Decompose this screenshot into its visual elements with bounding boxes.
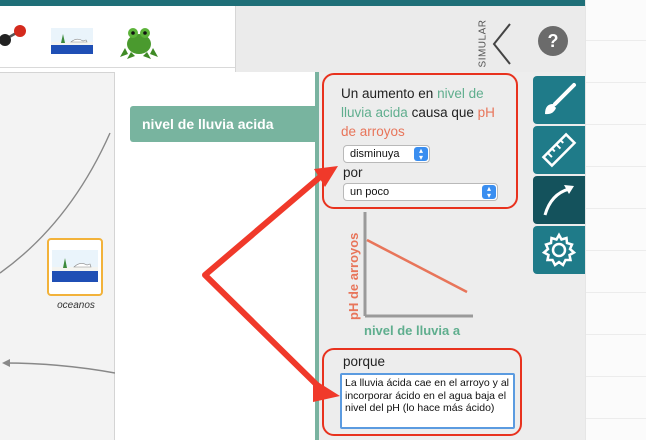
arrow-head-down bbox=[313, 379, 340, 402]
annotation-arrows bbox=[202, 166, 340, 402]
